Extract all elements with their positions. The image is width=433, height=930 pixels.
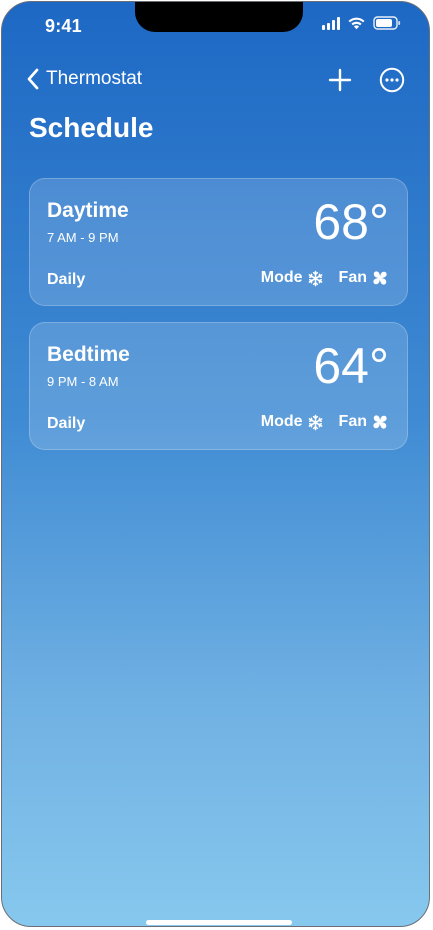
schedule-frequency: Daily [47,271,86,288]
navigation-bar: Thermostat [2,64,429,100]
snowflake-icon [307,269,325,287]
home-indicator[interactable] [146,920,292,925]
fan-icon [371,269,389,287]
fan-setting: Fan [339,413,389,431]
schedule-temperature: 64° [313,338,389,394]
schedule-name: Bedtime [47,343,130,366]
cellular-signal-icon [322,16,340,30]
status-time: 9:41 [45,16,82,36]
mode-label: Mode [260,269,303,286]
chevron-left-icon [27,68,39,90]
fan-label: Fan [338,413,367,430]
schedule-frequency: Daily [47,415,86,432]
schedule-settings: Mode Fan [261,413,389,431]
mode-label: Mode [260,413,303,430]
schedule-card-daytime[interactable]: Daytime 7 AM - 9 PM 68° Daily Mode Fan [29,178,408,306]
page-title: Schedule [29,112,154,143]
fan-label: Fan [338,269,367,286]
schedule-card-bedtime[interactable]: Bedtime 9 PM - 8 AM 64° Daily Mode Fan [29,322,408,450]
schedule-time-range: 7 AM - 9 PM [47,230,119,245]
ellipsis-circle-icon [379,67,405,93]
back-button[interactable]: Thermostat [26,68,142,90]
schedule-temperature: 68° [313,194,389,250]
fan-icon [371,413,389,431]
plus-icon [328,68,352,92]
snowflake-icon [307,413,325,431]
more-button[interactable] [379,67,405,93]
add-button[interactable] [327,67,353,93]
mode-setting: Mode [261,269,325,287]
phone-screen: 9:41 Thermostat Schedule Daytime 7 AM - … [1,1,430,927]
notch [135,2,303,32]
status-icons [322,16,401,30]
schedule-settings: Mode Fan [261,269,389,287]
schedule-name: Daytime [47,199,129,222]
wifi-icon [347,16,366,30]
schedule-time-range: 9 PM - 8 AM [47,374,119,389]
back-label: Thermostat [46,68,143,89]
fan-setting: Fan [339,269,389,287]
battery-icon [373,16,401,30]
mode-setting: Mode [261,413,325,431]
